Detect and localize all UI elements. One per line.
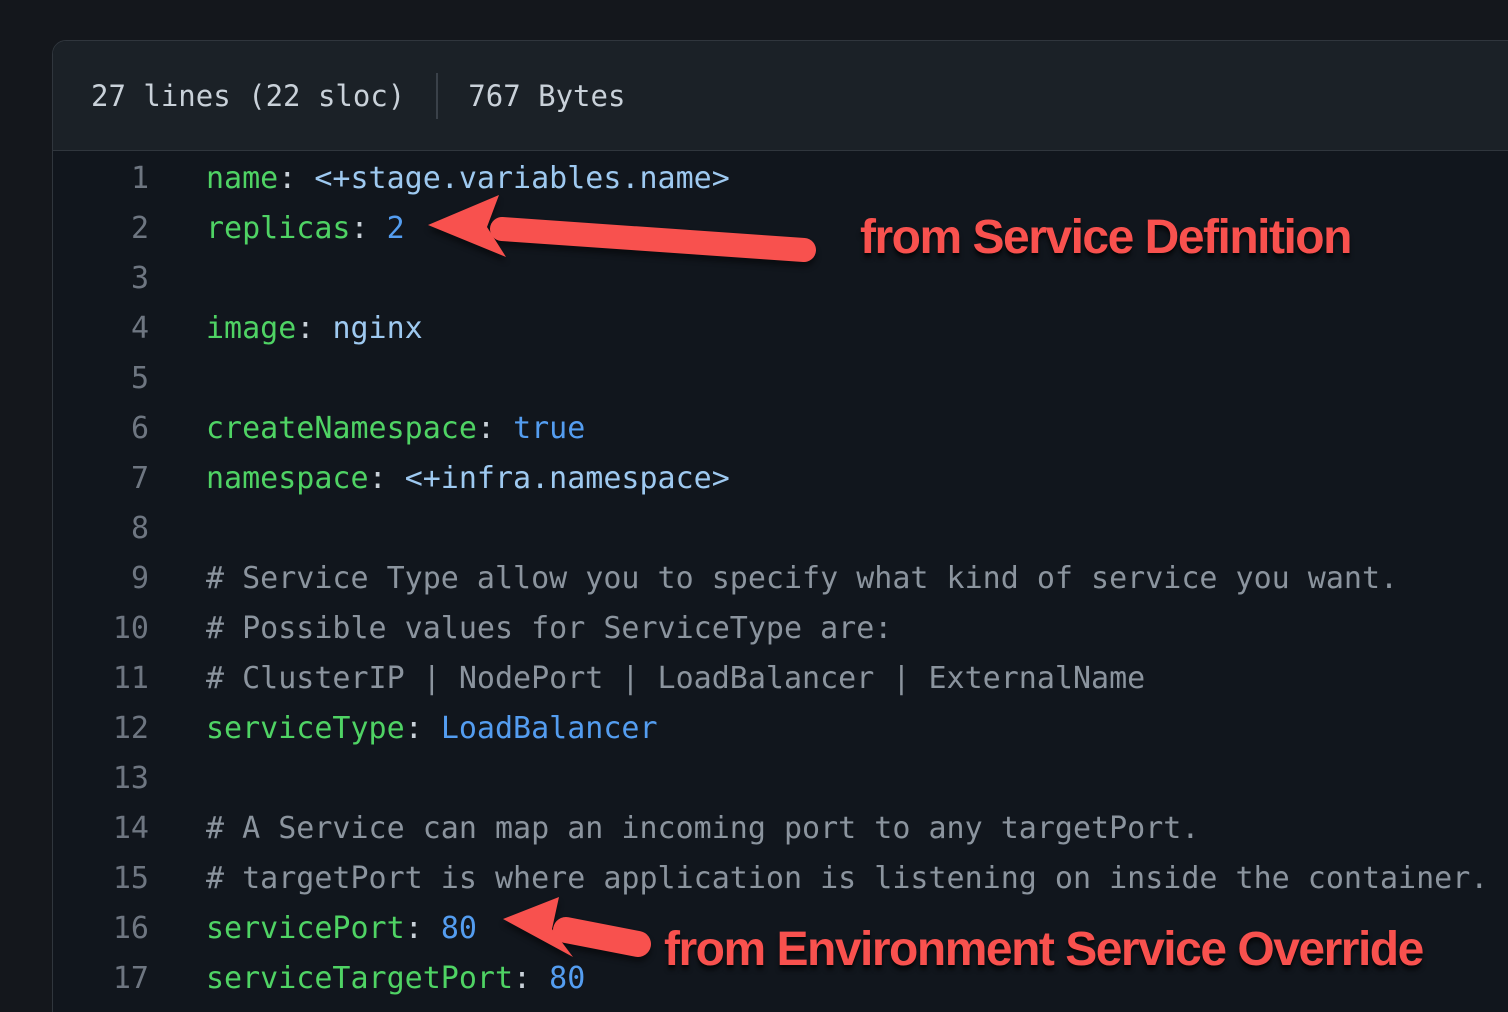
- code-lines: 1name: <+stage.variables.name>2replicas:…: [53, 151, 1508, 1004]
- line-number[interactable]: 15: [53, 854, 149, 904]
- line-number[interactable]: 2: [53, 204, 149, 254]
- line-number[interactable]: 13: [53, 754, 149, 804]
- line-content: # A Service can map an incoming port to …: [149, 804, 1199, 854]
- code-token-string: <+infra.namespace>: [405, 461, 730, 496]
- code-token-comment: # Possible values for ServiceType are:: [206, 611, 892, 646]
- code-token-punct: :: [405, 911, 441, 946]
- line-number[interactable]: 11: [53, 654, 149, 704]
- code-token-value: LoadBalancer: [441, 711, 658, 746]
- line-content: namespace: <+infra.namespace>: [149, 454, 730, 504]
- code-line: 4image: nginx: [53, 304, 1508, 354]
- code-line: 5: [53, 354, 1508, 404]
- line-content: [149, 254, 206, 304]
- code-token-comment: # ClusterIP | NodePort | LoadBalancer | …: [206, 661, 1145, 696]
- code-line: 9 # Service Type allow you to specify wha…: [53, 554, 1508, 604]
- line-content: name: <+stage.variables.name>: [149, 154, 730, 204]
- line-content: # Service Type allow you to specify what…: [149, 554, 1398, 604]
- code-token-punct: :: [351, 211, 387, 246]
- line-number[interactable]: 10: [53, 604, 149, 654]
- file-lines-info: 27 lines (22 sloc): [91, 79, 405, 113]
- code-line: 10 # Possible values for ServiceType are:: [53, 604, 1508, 654]
- header-divider: [436, 73, 438, 119]
- code-token-comment: # A Service can map an incoming port to …: [206, 811, 1199, 846]
- code-token-comment: # Service Type allow you to specify what…: [206, 561, 1398, 596]
- code-token-punct: :: [278, 161, 314, 196]
- code-line: 13: [53, 754, 1508, 804]
- code-line: 12serviceType: LoadBalancer: [53, 704, 1508, 754]
- file-blob-panel: 27 lines (22 sloc) 767 Bytes 1name: <+st…: [52, 40, 1508, 1012]
- line-content: serviceType: LoadBalancer: [149, 704, 658, 754]
- annotation-environment-override: from Environment Service Override: [664, 926, 1423, 974]
- code-token-value: 80: [441, 911, 477, 946]
- code-token-value: true: [513, 411, 585, 446]
- line-number[interactable]: 7: [53, 454, 149, 504]
- code-line: 15 # targetPort is where application is l…: [53, 854, 1508, 904]
- line-number[interactable]: 17: [53, 954, 149, 1004]
- code-token-punct: :: [405, 711, 441, 746]
- code-token-key: namespace: [206, 461, 369, 496]
- code-token-punct: :: [296, 311, 332, 346]
- code-line: 6createNamespace: true: [53, 404, 1508, 454]
- line-number[interactable]: 14: [53, 804, 149, 854]
- code-token-comment: # targetPort is where application is lis…: [206, 861, 1488, 896]
- line-content: # targetPort is where application is lis…: [149, 854, 1488, 904]
- code-token-punct: :: [369, 461, 405, 496]
- code-token-string: nginx: [332, 311, 422, 346]
- line-content: serviceTargetPort: 80: [149, 954, 585, 1004]
- code-line: 11 # ClusterIP | NodePort | LoadBalancer …: [53, 654, 1508, 704]
- line-number[interactable]: 1: [53, 154, 149, 204]
- code-token-key: image: [206, 311, 296, 346]
- line-content: replicas: 2: [149, 204, 405, 254]
- line-number[interactable]: 8: [53, 504, 149, 554]
- line-content: servicePort: 80: [149, 904, 477, 954]
- line-content: [149, 754, 206, 804]
- code-line: 8: [53, 504, 1508, 554]
- code-line: 1name: <+stage.variables.name>: [53, 154, 1508, 204]
- annotation-service-definition: from Service Definition: [860, 214, 1351, 262]
- code-token-key: name: [206, 161, 278, 196]
- line-number[interactable]: 16: [53, 904, 149, 954]
- file-size-info: 767 Bytes: [468, 79, 625, 113]
- code-token-punct: :: [513, 961, 549, 996]
- code-token-value: 2: [387, 211, 405, 246]
- line-number[interactable]: 12: [53, 704, 149, 754]
- code-token-key: createNamespace: [206, 411, 477, 446]
- code-token-value: 80: [549, 961, 585, 996]
- line-content: image: nginx: [149, 304, 423, 354]
- line-number[interactable]: 9: [53, 554, 149, 604]
- line-number[interactable]: 6: [53, 404, 149, 454]
- line-content: [149, 354, 206, 404]
- code-line: 14 # A Service can map an incoming port t…: [53, 804, 1508, 854]
- code-token-key: replicas: [206, 211, 351, 246]
- line-content: # Possible values for ServiceType are:: [149, 604, 892, 654]
- code-token-key: servicePort: [206, 911, 405, 946]
- line-number[interactable]: 4: [53, 304, 149, 354]
- code-token-key: serviceType: [206, 711, 405, 746]
- line-number[interactable]: 5: [53, 354, 149, 404]
- line-content: [149, 504, 206, 554]
- line-number[interactable]: 3: [53, 254, 149, 304]
- code-token-string: <+stage.variables.name>: [314, 161, 729, 196]
- line-content: createNamespace: true: [149, 404, 585, 454]
- code-token-punct: :: [477, 411, 513, 446]
- file-header: 27 lines (22 sloc) 767 Bytes: [53, 41, 1508, 151]
- line-content: # ClusterIP | NodePort | LoadBalancer | …: [149, 654, 1145, 704]
- code-line: 7namespace: <+infra.namespace>: [53, 454, 1508, 504]
- code-token-key: serviceTargetPort: [206, 961, 513, 996]
